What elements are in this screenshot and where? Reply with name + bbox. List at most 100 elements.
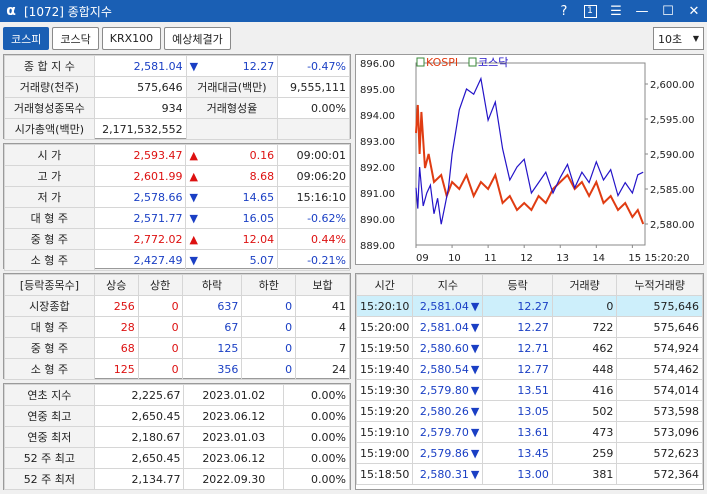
breadth-flat: 41 — [295, 295, 350, 317]
price-label: 저 가 — [4, 186, 95, 208]
price-row: 고 가 2,601.99 ▲ 8.68 09:06:20 — [4, 165, 350, 187]
down-arrow-icon: ▼ — [470, 446, 480, 460]
app-logo-icon: α — [6, 3, 16, 19]
menu-icon[interactable]: ☰ — [603, 0, 629, 22]
tick-cumulative: 575,646 — [616, 316, 703, 338]
price-value: 2,601.99 — [93, 165, 187, 187]
x-tick-label: 10 — [448, 253, 461, 264]
amount-value: 9,555,111 — [277, 76, 350, 98]
legend-label: 코스닥 — [478, 56, 508, 69]
breadth-flat: 24 — [295, 358, 350, 380]
down-arrow-icon: ▼ — [470, 341, 480, 355]
price-label: 소 형 주 — [4, 249, 95, 271]
x-tick-label: 09 — [416, 253, 429, 264]
tick-volume: 381 — [551, 463, 618, 485]
tab-kosdaq[interactable]: 코스닥 — [52, 27, 99, 50]
yearly-rate: 0.00% — [283, 447, 350, 469]
breadth-upper: 0 — [137, 337, 183, 359]
breadth-lower: 0 — [241, 337, 297, 359]
breadth-flat: 7 — [295, 337, 350, 359]
breadth-lower: 0 — [241, 316, 297, 338]
market-cap-value: 2,171,532,552 — [93, 118, 187, 140]
price-row: 중 형 주 2,772.02 ▲ 12.04 0.44% — [4, 228, 350, 250]
tick-row[interactable]: 15:19:40 2,580.54 ▼ 12.77 448 574,462 — [355, 358, 703, 380]
intraday-chart: 896.00 895.00 894.00 893.00 892.00 891.00 890.… — [355, 54, 704, 265]
chart-svg: 896.00 895.00 894.00 893.00 892.00 891.00 890.… — [360, 56, 695, 264]
yearly-date: 2023.06.12 — [183, 405, 285, 427]
breadth-up: 68 — [93, 337, 139, 359]
price-change: 5.07 — [249, 253, 275, 267]
breadth-header: [등락종목수] 상승 상한 하락 하한 보합 — [4, 274, 350, 296]
tick-row[interactable]: 15:19:10 2,579.70 ▼ 13.61 473 573,096 — [355, 421, 703, 443]
price-value: 2,772.02 — [93, 228, 187, 250]
tab-kospi[interactable]: 코스피 — [3, 27, 50, 50]
interval-select[interactable]: 10초 ▼ — [653, 27, 704, 50]
close-button[interactable]: ✕ — [681, 0, 707, 22]
tick-row[interactable]: 15:19:20 2,580.26 ▼ 13.05 502 573,598 — [355, 400, 703, 422]
yearly-value: 2,650.45 — [93, 405, 185, 427]
yearly-rate: 0.00% — [283, 426, 350, 448]
price-label: 시 가 — [4, 144, 95, 166]
breadth-header-cell: 하한 — [241, 274, 297, 296]
breadth-row: 대 형 주 28 0 67 0 4 — [4, 316, 350, 338]
minimize-button[interactable]: — — [629, 0, 655, 22]
tick-change: 13.51 — [482, 379, 553, 401]
down-arrow-icon: ▼ — [470, 425, 480, 439]
breadth-row: 중 형 주 68 0 125 0 7 — [4, 337, 350, 359]
right-tick-label: 2,595.00 — [650, 115, 695, 126]
tick-row[interactable]: 15:20:00 2,581.04 ▼ 12.27 722 575,646 — [355, 316, 703, 338]
breadth-down: 637 — [181, 295, 243, 317]
tick-index: 2,580.31 — [419, 467, 469, 481]
tick-time: 15:19:10 — [355, 421, 414, 443]
tick-time: 15:19:20 — [355, 400, 414, 422]
breadth-row: 소 형 주 125 0 356 0 24 — [4, 358, 350, 380]
amount-label: 거래대금(백만) — [185, 76, 279, 98]
formed-rate-value: 0.00% — [277, 97, 350, 119]
yearly-row: 연중 최저 2,180.67 2023.01.03 0.00% — [4, 426, 350, 448]
tick-panel: 시간 지수 등락 거래량 누적거래량 15:20:10 2,581.04 ▼ 12.27 0 575… — [355, 273, 704, 490]
tick-row[interactable]: 15:20:10 2,581.04 ▼ 12.27 0 575,646 — [355, 295, 703, 317]
up-arrow-icon: ▲ — [189, 148, 198, 162]
right-tick-label: 2,580.00 — [650, 220, 695, 231]
tick-row[interactable]: 15:18:50 2,580.31 ▼ 13.00 381 572,364 — [355, 463, 703, 485]
yearly-row: 52 주 최고 2,650.45 2023.06.12 0.00% — [4, 447, 350, 469]
breadth-header-cell: 하락 — [181, 274, 243, 296]
legend-swatch-icon — [416, 57, 425, 67]
tick-index: 2,581.04 — [419, 320, 469, 334]
tick-time: 15:20:00 — [355, 316, 414, 338]
down-arrow-icon: ▼ — [470, 299, 480, 313]
down-arrow-icon: ▼ — [470, 383, 480, 397]
tab-krx100[interactable]: KRX100 — [101, 27, 162, 50]
price-change: 14.65 — [242, 190, 275, 204]
tick-change: 12.77 — [482, 358, 553, 380]
tick-row[interactable]: 15:19:50 2,580.60 ▼ 12.71 462 574,924 — [355, 337, 703, 359]
tab-expected-price[interactable]: 예상체결가 — [164, 27, 231, 50]
tick-cumulative: 574,014 — [616, 379, 703, 401]
price-value: 2,593.47 — [93, 144, 187, 166]
plot-area — [415, 62, 646, 246]
maximize-button[interactable]: ☐ — [655, 0, 681, 22]
down-arrow-icon: ▼ — [189, 59, 199, 73]
yearly-value: 2,225.67 — [93, 384, 185, 406]
window-number-button[interactable]: 1 — [577, 0, 603, 22]
help-button[interactable]: ? — [551, 0, 577, 22]
formed-count-value: 934 — [93, 97, 187, 119]
yearly-label: 52 주 최고 — [4, 447, 95, 469]
yearly-label: 연초 지수 — [4, 384, 95, 406]
yearly-date: 2023.01.02 — [183, 384, 285, 406]
tick-time: 15:20:10 — [355, 295, 414, 317]
price-row: 소 형 주 2,427.49 ▼ 5.07 -0.21% — [4, 249, 350, 271]
yearly-row: 연중 최고 2,650.45 2023.06.12 0.00% — [4, 405, 350, 427]
tick-row[interactable]: 15:19:00 2,579.86 ▼ 13.45 259 572,623 — [355, 442, 703, 464]
up-arrow-icon: ▲ — [189, 232, 198, 246]
left-tick-label: 895.00 — [360, 85, 395, 96]
tick-row[interactable]: 15:19:30 2,579.80 ▼ 13.51 416 574,014 — [355, 379, 703, 401]
x-tick-label: 12 — [520, 253, 533, 264]
price-change: 8.68 — [249, 169, 275, 183]
price-extra: 09:00:01 — [277, 144, 350, 166]
window-title: [1072] 종합지수 — [24, 4, 112, 19]
up-arrow-icon: ▲ — [189, 169, 198, 183]
right-tick-label: 2,590.00 — [650, 150, 695, 161]
price-change: 12.04 — [242, 232, 275, 246]
tick-time: 15:19:30 — [355, 379, 414, 401]
